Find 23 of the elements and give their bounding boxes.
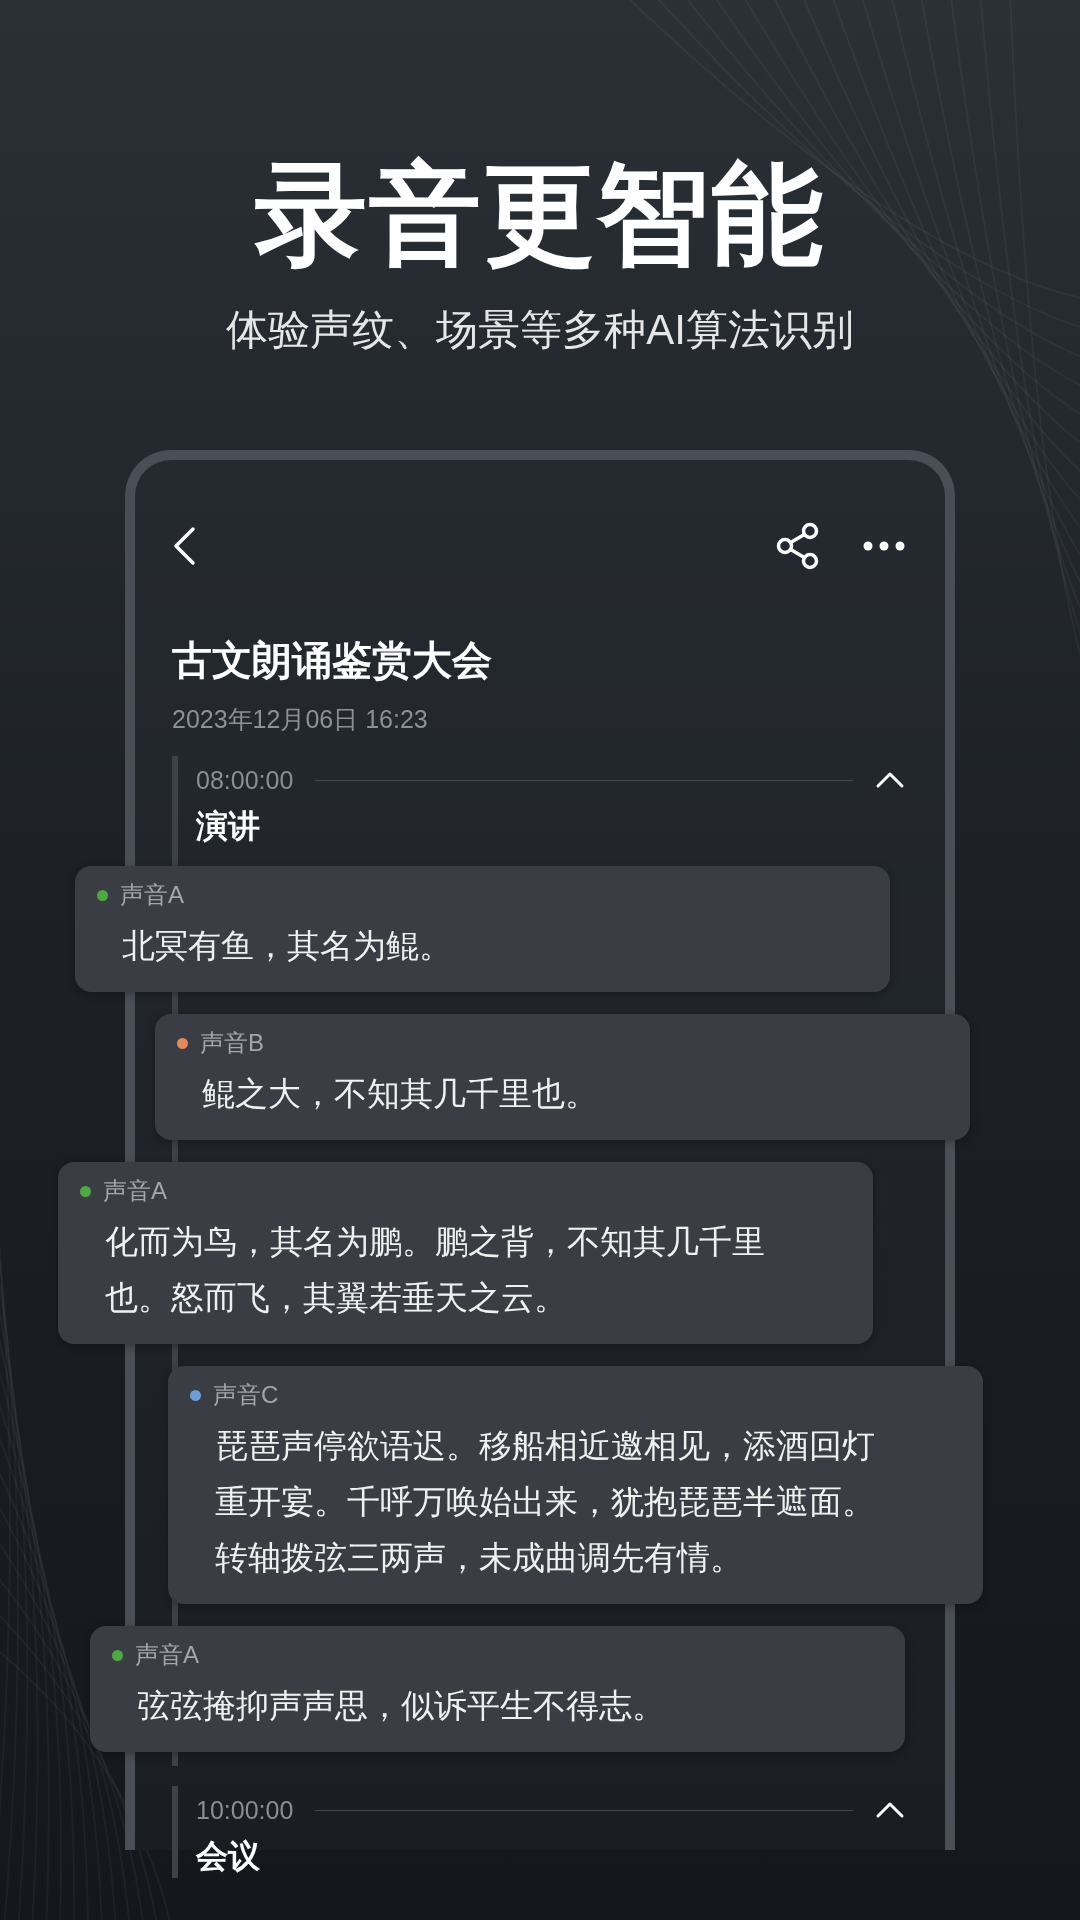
recording-date: 2023年12月06日 16:23 bbox=[172, 704, 429, 735]
transcript-text: 北冥有鱼，其名为鲲。 bbox=[122, 926, 453, 966]
chevron-icon[interactable] bbox=[875, 1801, 905, 1819]
section-label: 演讲 bbox=[196, 807, 261, 846]
transcript-text: 琵琶声停欲语迟。移船相近邀相见，添酒回灯重开宴。千呼万唤始出来，犹抱琵琶半遮面。转轴拨弦三两声，未成曲调先有情。 bbox=[215, 1426, 876, 1578]
subtitle: 体验声纹、场景等多种AI算法识别 bbox=[226, 305, 854, 355]
speaker-label: 声音B bbox=[200, 1028, 265, 1058]
share-icon[interactable] bbox=[775, 522, 821, 570]
transcript-text: 弦弦掩抑声声思，似诉平生不得志。 bbox=[137, 1686, 666, 1726]
section-label: 会议 bbox=[196, 1837, 261, 1876]
transcript-text: 化而为鸟，其名为鹏。鹏之背，不知其几千里也。怒而飞，其翼若垂天之云。 bbox=[105, 1222, 766, 1318]
section-time: 10:00:00 bbox=[196, 1795, 294, 1825]
more-icon[interactable] bbox=[863, 541, 905, 551]
chevron-icon[interactable] bbox=[875, 771, 905, 789]
speaker-label: 声音A bbox=[120, 880, 185, 910]
headline: 录音更智能 bbox=[255, 151, 825, 279]
speaker-label: 声音C bbox=[213, 1380, 280, 1410]
section-time: 08:00:00 bbox=[196, 765, 294, 795]
recording-title: 古文朗诵鉴赏大会 bbox=[172, 637, 493, 684]
transcript-text: 鲲之大，不知其几千里也。 bbox=[202, 1074, 599, 1114]
back-icon[interactable] bbox=[172, 526, 196, 566]
speaker-label: 声音A bbox=[135, 1640, 200, 1670]
speaker-label: 声音A bbox=[103, 1176, 168, 1206]
